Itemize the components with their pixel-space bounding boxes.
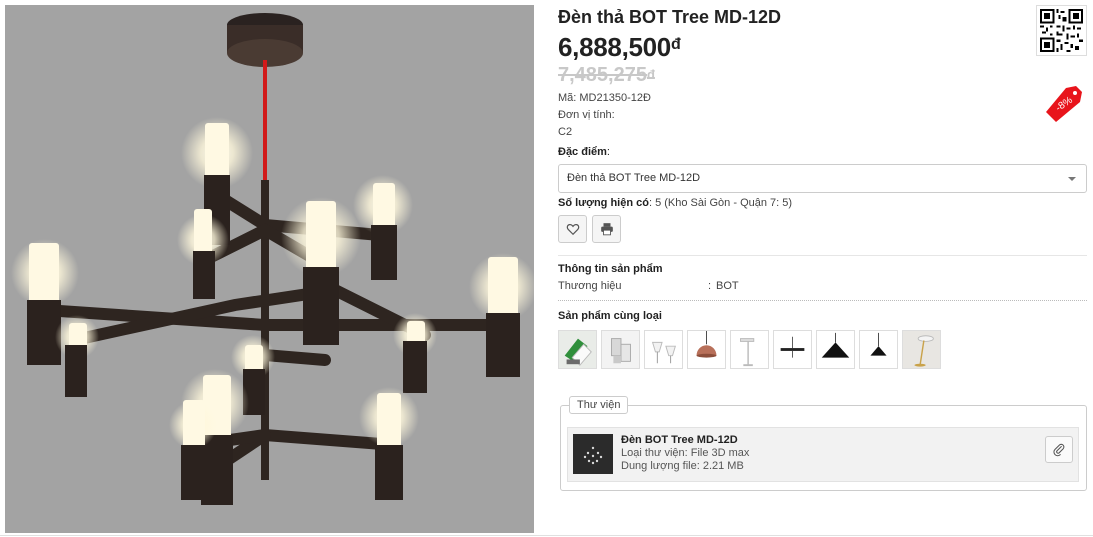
bottom-divider bbox=[0, 535, 1093, 536]
product-thumbnail-image bbox=[860, 331, 897, 368]
product-info-title: Thông tin sản phẩm bbox=[558, 263, 663, 275]
features-label-text: Đặc điểm bbox=[558, 146, 607, 158]
related-product-thumb[interactable] bbox=[730, 330, 769, 369]
print-button[interactable] bbox=[592, 215, 621, 243]
related-product-thumb[interactable] bbox=[644, 330, 683, 369]
spec-value: BOT bbox=[716, 280, 739, 292]
product-old-price: 7,485,275đ bbox=[558, 63, 1088, 87]
related-products-list bbox=[558, 330, 945, 369]
library-legend: Thư viện bbox=[569, 396, 629, 414]
favorite-button[interactable] bbox=[558, 215, 587, 243]
qr-code-icon bbox=[1040, 9, 1083, 52]
product-thumbnail-image bbox=[817, 331, 854, 368]
product-info: Đèn thả BOT Tree MD-12D 6,888,500đ 7,485… bbox=[558, 6, 1088, 141]
discount-tag: -8% bbox=[1046, 86, 1082, 122]
product-thumbnail-image bbox=[559, 331, 596, 368]
library-panel: Thư viện Đèn BOT Tree MD-12D Loại thư vi… bbox=[560, 396, 1087, 491]
price-currency: đ bbox=[670, 36, 681, 53]
product-price: 6,888,500đ bbox=[558, 32, 1088, 62]
chevron-down-icon bbox=[1068, 177, 1076, 181]
product-thumbnail-image bbox=[731, 331, 768, 368]
library-item-thumbnail bbox=[573, 434, 613, 474]
chandelier-thumbnail-image bbox=[573, 434, 613, 474]
stock-label: Số lượng hiện có bbox=[558, 197, 649, 209]
product-code: Mã: MD21350-12Đ bbox=[558, 92, 651, 104]
product-main-image[interactable] bbox=[5, 5, 534, 533]
divider bbox=[558, 300, 1087, 301]
spec-separator: : bbox=[708, 280, 712, 292]
related-product-thumb[interactable] bbox=[816, 330, 855, 369]
old-price-value: 7,485,275 bbox=[558, 64, 647, 86]
library-item[interactable]: Đèn BOT Tree MD-12D Loại thư viện: File … bbox=[567, 427, 1079, 482]
related-product-thumb[interactable] bbox=[687, 330, 726, 369]
related-product-thumb[interactable] bbox=[902, 330, 941, 369]
product-thumbnail-image bbox=[688, 331, 725, 368]
library-item-size: Dung lượng file: 2.21 MB bbox=[621, 460, 744, 472]
stock-info: Số lượng hiện có: 5 (Kho Sài Gòn - Quận … bbox=[558, 197, 792, 209]
features-selected-value: Đèn thả BOT Tree MD-12D bbox=[567, 172, 701, 184]
stock-value: : 5 (Kho Sài Gòn - Quận 7: 5) bbox=[648, 197, 793, 209]
product-thumbnail-image bbox=[602, 331, 639, 368]
price-value: 6,888,500 bbox=[558, 32, 671, 62]
features-select[interactable]: Đèn thả BOT Tree MD-12D bbox=[558, 164, 1087, 193]
spec-key: Thương hiệu bbox=[558, 280, 622, 292]
features-label-suffix: : bbox=[606, 146, 610, 158]
divider bbox=[558, 255, 1087, 256]
product-unit-label: Đơn vị tính: bbox=[558, 109, 615, 121]
product-thumbnail-image bbox=[903, 331, 940, 368]
product-thumbnail-image bbox=[645, 331, 682, 368]
related-product-thumb[interactable] bbox=[558, 330, 597, 369]
old-price-currency: đ bbox=[646, 67, 655, 82]
related-product-thumb[interactable] bbox=[601, 330, 640, 369]
heart-icon bbox=[566, 224, 579, 236]
library-item-text: Đèn BOT Tree MD-12D Loại thư viện: File … bbox=[621, 434, 749, 473]
library-item-name: Đèn BOT Tree MD-12D bbox=[621, 434, 738, 446]
library-item-type: Loại thư viện: File 3D max bbox=[621, 447, 750, 459]
printer-icon bbox=[600, 223, 613, 236]
chandelier-illustration bbox=[11, 13, 534, 505]
related-product-thumb[interactable] bbox=[773, 330, 812, 369]
product-unit-value: C2 bbox=[558, 126, 573, 138]
qr-code[interactable] bbox=[1036, 5, 1087, 56]
features-label: Đặc điểm: bbox=[558, 146, 610, 158]
product-thumbnail-image bbox=[774, 331, 811, 368]
related-product-thumb[interactable] bbox=[859, 330, 898, 369]
paperclip-icon bbox=[1053, 443, 1065, 456]
attachment-button[interactable] bbox=[1045, 436, 1073, 463]
product-title: Đèn thả BOT Tree MD-12D bbox=[558, 7, 782, 27]
related-products-title: Sản phẩm cùng loại bbox=[558, 310, 662, 322]
